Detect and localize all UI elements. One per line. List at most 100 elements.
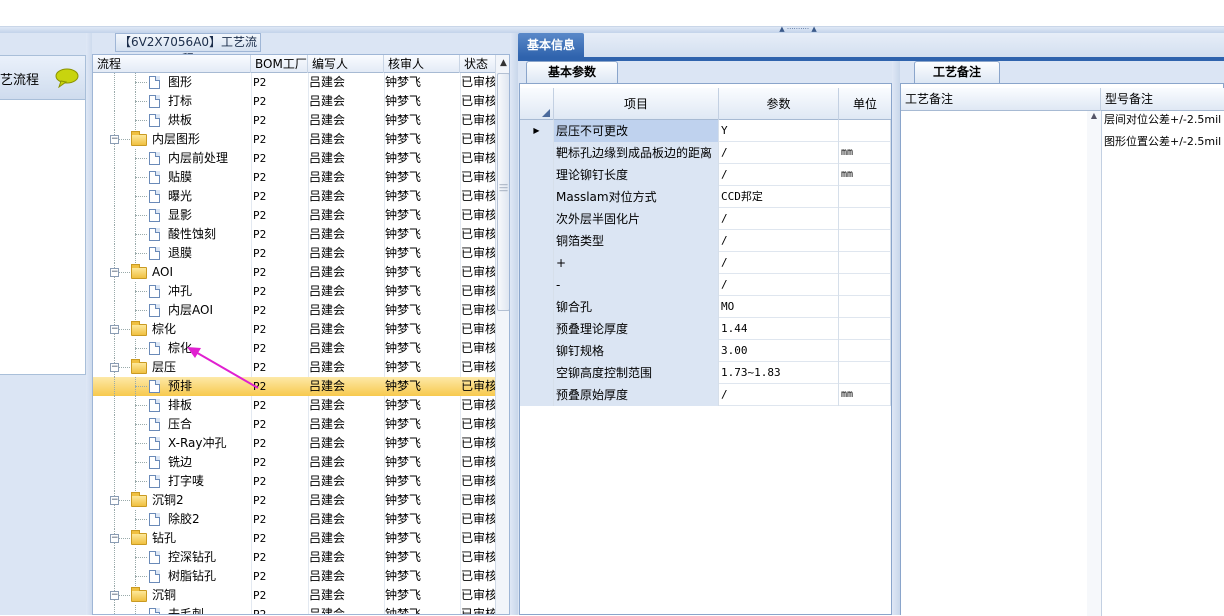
collapse-icon[interactable]: − [110, 268, 119, 277]
row-selector[interactable] [520, 252, 554, 274]
tab-basic-params[interactable]: 基本参数 [526, 61, 618, 83]
header-status[interactable]: 状态 [460, 55, 495, 73]
collapse-icon[interactable]: − [110, 135, 119, 144]
writer-cell: 吕建会 [309, 588, 346, 602]
header-reviewer[interactable]: 核审人 [384, 55, 460, 73]
tree-row[interactable]: − 沉铜 P2 吕建会 钟梦飞 已审核 [93, 586, 495, 605]
row-selector[interactable] [520, 318, 554, 340]
row-selector[interactable] [520, 164, 554, 186]
scroll-thumb[interactable]: — — — [497, 73, 509, 311]
tree-row[interactable]: 显影 P2 吕建会 钟梦飞 已审核 [93, 206, 495, 225]
tree-row[interactable]: 打字唛 P2 吕建会 钟梦飞 已审核 [93, 472, 495, 491]
tree-scrollbar[interactable]: ▲ — — — [495, 55, 509, 614]
header-bom[interactable]: BOM工厂 [251, 55, 308, 73]
tree-splitter[interactable] [510, 33, 518, 615]
header-writer[interactable]: 编写人 [308, 55, 384, 73]
tree-row[interactable]: 棕化 P2 吕建会 钟梦飞 已审核 [93, 339, 495, 358]
param-value[interactable]: MO [719, 296, 839, 318]
tree-row[interactable]: 预排 P2 吕建会 钟梦飞 已审核 [93, 377, 495, 396]
param-row[interactable]: 次外层半固化片 / [520, 208, 891, 230]
tree-row[interactable]: 酸性蚀刻 P2 吕建会 钟梦飞 已审核 [93, 225, 495, 244]
tree-row[interactable]: 控深钻孔 P2 吕建会 钟梦飞 已审核 [93, 548, 495, 567]
param-row[interactable]: 预叠理论厚度 1.44 [520, 318, 891, 340]
tree-row[interactable]: 退膜 P2 吕建会 钟梦飞 已审核 [93, 244, 495, 263]
row-selector[interactable] [520, 340, 554, 362]
header-unit[interactable]: 单位 [839, 88, 891, 120]
notes-scroll-up-icon[interactable]: ▲ [1087, 111, 1101, 616]
tree-row[interactable]: 压合 P2 吕建会 钟梦飞 已审核 [93, 415, 495, 434]
param-value[interactable]: / [719, 164, 839, 186]
tree-row[interactable]: 内层AOI P2 吕建会 钟梦飞 已审核 [93, 301, 495, 320]
param-row[interactable]: 靶标孔边缘到成品板边的距离 / mm [520, 142, 891, 164]
row-selector[interactable] [520, 230, 554, 252]
tree-row[interactable]: − 钻孔 P2 吕建会 钟梦飞 已审核 [93, 529, 495, 548]
collapse-icon[interactable]: − [110, 363, 119, 372]
param-value[interactable]: 3.00 [719, 340, 839, 362]
tree-row[interactable]: 内层前处理 P2 吕建会 钟梦飞 已审核 [93, 149, 495, 168]
param-row[interactable]: Masslam对位方式 CCD邦定 [520, 186, 891, 208]
header-model-notes[interactable]: 型号备注 [1101, 88, 1224, 111]
tree-row[interactable]: 贴膜 P2 吕建会 钟梦飞 已审核 [93, 168, 495, 187]
tree-row[interactable]: 打标 P2 吕建会 钟梦飞 已审核 [93, 92, 495, 111]
param-value[interactable]: 1.73~1.83 [719, 362, 839, 384]
param-value[interactable]: 1.44 [719, 318, 839, 340]
row-selector[interactable] [520, 274, 554, 296]
param-row[interactable]: 铆合孔 MO [520, 296, 891, 318]
row-selector[interactable] [520, 384, 554, 406]
param-row[interactable]: ▶ 层压不可更改 Y [520, 120, 891, 142]
collapse-icon[interactable]: − [110, 325, 119, 334]
row-selector[interactable] [520, 362, 554, 384]
collapse-icon[interactable]: − [110, 534, 119, 543]
param-row[interactable]: 铜箔类型 / [520, 230, 891, 252]
tab-basic-info[interactable]: 基本信息 [518, 33, 584, 57]
param-value[interactable]: Y [719, 120, 839, 142]
header-item[interactable]: 项目 [554, 88, 719, 120]
tree-row[interactable]: X-Ray冲孔 P2 吕建会 钟梦飞 已审核 [93, 434, 495, 453]
row-selector[interactable] [520, 296, 554, 318]
tree-row[interactable]: − 层压 P2 吕建会 钟梦飞 已审核 [93, 358, 495, 377]
header-process-notes[interactable]: 工艺备注 [901, 88, 1101, 111]
tree-row[interactable]: 烘板 P2 吕建会 钟梦飞 已审核 [93, 111, 495, 130]
tree-row[interactable]: − 棕化 P2 吕建会 钟梦飞 已审核 [93, 320, 495, 339]
param-row[interactable]: 理论铆钉长度 / mm [520, 164, 891, 186]
collapse-icon[interactable]: − [110, 591, 119, 600]
tree-row[interactable]: 图形 P2 吕建会 钟梦飞 已审核 [93, 73, 495, 92]
select-all-icon[interactable] [520, 88, 554, 120]
scroll-up-icon[interactable]: ▲ [496, 55, 509, 72]
tree-node-label: 树脂钻孔 [168, 569, 217, 583]
current-row-icon[interactable]: ▶ [520, 120, 554, 142]
param-value[interactable]: CCD邦定 [719, 186, 839, 208]
speech-bubble-icon[interactable] [55, 68, 79, 89]
param-value[interactable]: / [719, 384, 839, 406]
tree-row[interactable]: 除胶2 P2 吕建会 钟梦飞 已审核 [93, 510, 495, 529]
tree-row[interactable]: − 内层图形 P2 吕建会 钟梦飞 已审核 [93, 130, 495, 149]
param-row[interactable]: - / [520, 274, 891, 296]
param-row[interactable]: + / [520, 252, 891, 274]
param-row[interactable]: 空铆高度控制范围 1.73~1.83 [520, 362, 891, 384]
tree-row[interactable]: 曝光 P2 吕建会 钟梦飞 已审核 [93, 187, 495, 206]
param-value[interactable]: / [719, 208, 839, 230]
row-selector[interactable] [520, 142, 554, 164]
header-flow[interactable]: 流程 [93, 55, 251, 73]
tree-row[interactable]: 去毛刺 P2 吕建会 钟梦飞 已审核 [93, 605, 495, 614]
tree-row[interactable]: 排板 P2 吕建会 钟梦飞 已审核 [93, 396, 495, 415]
tab-process-notes[interactable]: 工艺备注 [914, 61, 1000, 83]
param-value[interactable]: / [719, 142, 839, 164]
param-value[interactable]: / [719, 230, 839, 252]
process-notes-cell[interactable] [901, 111, 1101, 616]
header-value[interactable]: 参数 [719, 88, 839, 120]
collapse-icon[interactable]: − [110, 496, 119, 505]
param-value[interactable]: / [719, 252, 839, 274]
tree-row[interactable]: 树脂钻孔 P2 吕建会 钟梦飞 已审核 [93, 567, 495, 586]
param-row[interactable]: 预叠原始厚度 / mm [520, 384, 891, 406]
tree-row[interactable]: − AOI P2 吕建会 钟梦飞 已审核 [93, 263, 495, 282]
params-splitter[interactable] [892, 61, 900, 615]
tree-row[interactable]: 冲孔 P2 吕建会 钟梦飞 已审核 [93, 282, 495, 301]
param-row[interactable]: 铆钉规格 3.00 [520, 340, 891, 362]
tree-row[interactable]: − 沉铜2 P2 吕建会 钟梦飞 已审核 [93, 491, 495, 510]
model-notes-cell[interactable]: 层间对位公差+/-2.5mil 图形位置公差+/-2.5mil [1101, 111, 1224, 616]
row-selector[interactable] [520, 208, 554, 230]
tree-row[interactable]: 铣边 P2 吕建会 钟梦飞 已审核 [93, 453, 495, 472]
row-selector[interactable] [520, 186, 554, 208]
param-value[interactable]: / [719, 274, 839, 296]
